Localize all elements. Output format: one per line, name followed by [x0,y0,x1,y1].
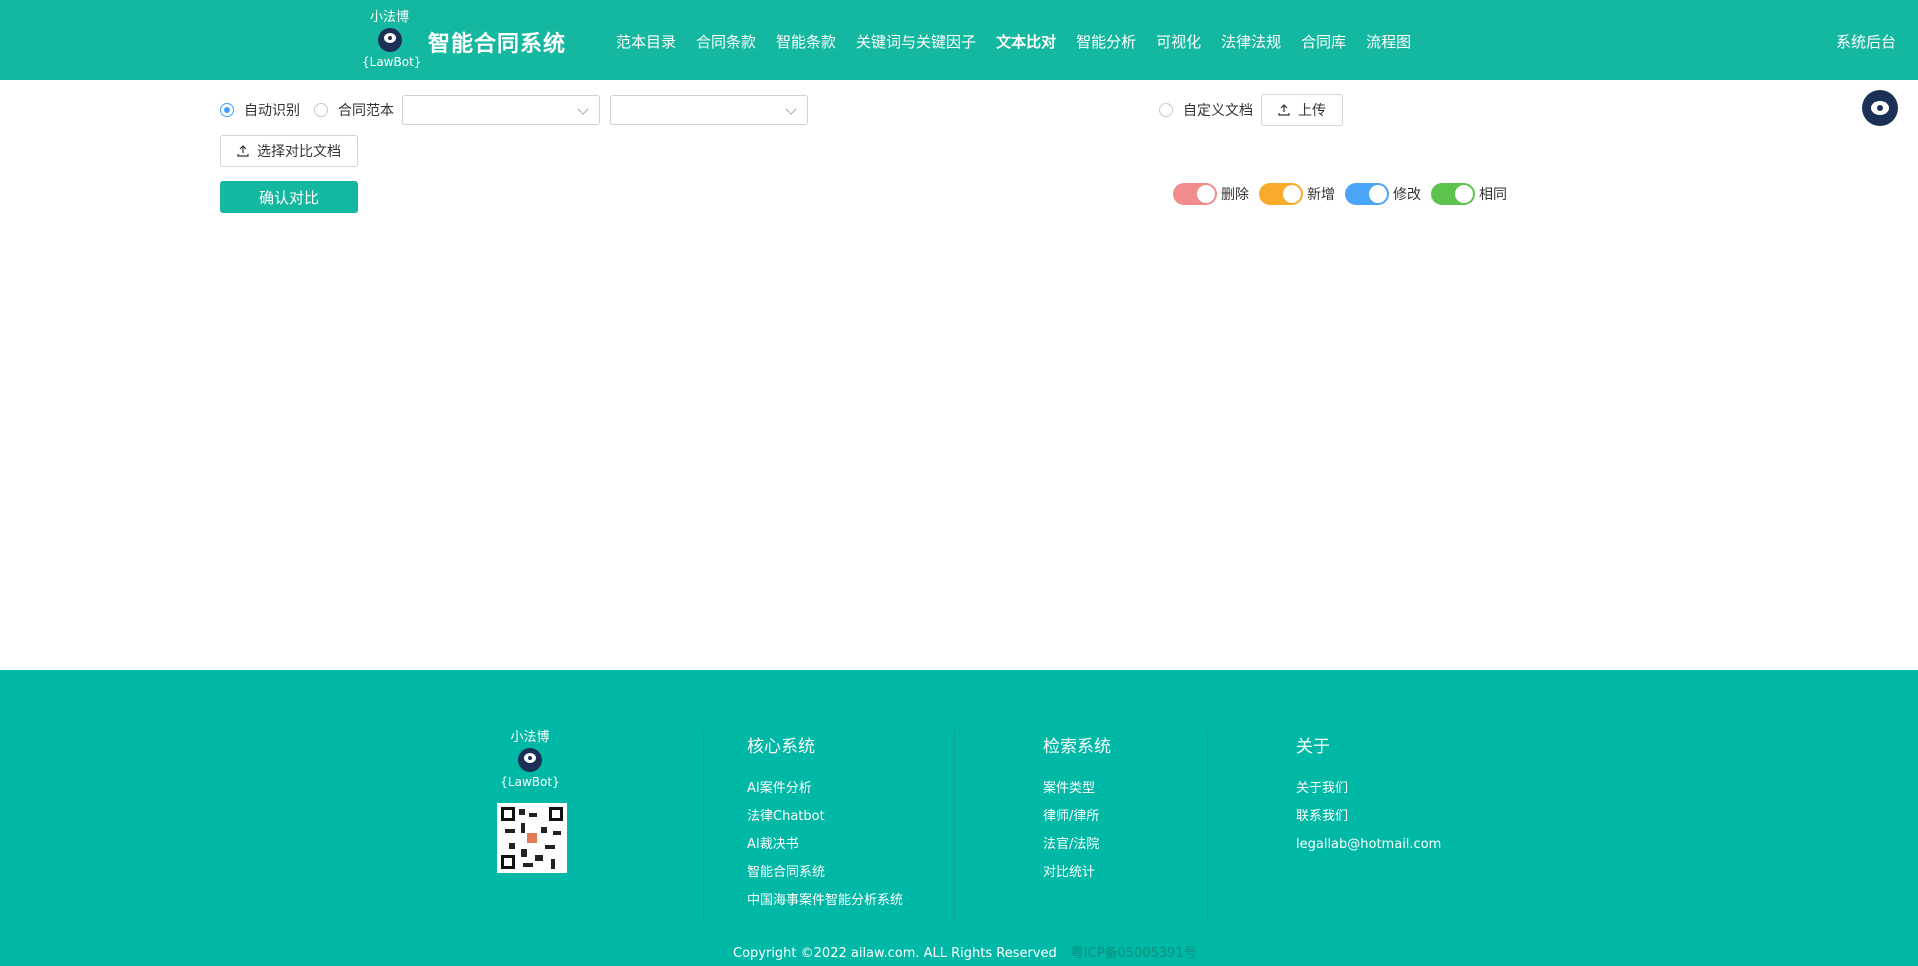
select-doc-label: 选择对比文档 [257,144,341,160]
footer-col-about: 关于 关于我们 联系我们 legallab@hotmail.com [1296,732,1441,859]
footer-divider [1207,730,1208,920]
radio-auto-label: 自动识别 [244,103,300,119]
legend-modify: 修改 [1345,183,1421,205]
toggle-delete[interactable] [1173,183,1217,205]
logo-text-bottom: {LawBot} [362,55,422,69]
footer-link-smart-contract[interactable]: 智能合同系统 [747,859,903,887]
footer-col-heading: 核心系统 [747,737,815,757]
top-header: 小法博 {LawBot} 智能合同系统 范本目录 合同条款 智能条款 关键词与关… [0,0,1918,80]
footer-col-heading: 关于 [1296,737,1330,757]
legend-delete: 删除 [1173,183,1249,205]
chevron-down-icon [577,103,589,115]
nav-item-smart-analysis[interactable]: 智能分析 [1076,31,1136,52]
nav-item-visualization[interactable]: 可视化 [1156,31,1201,52]
custom-doc-row: 自定义文档 上传 [1159,94,1343,126]
legend-add-label: 新增 [1307,187,1335,203]
icp-link[interactable]: 粤ICP备05005391号 [1071,946,1197,961]
footer-link-lawyers[interactable]: 律师/律所 [1043,803,1111,831]
upload-label: 上传 [1298,103,1326,119]
template-category-select[interactable] [402,95,600,125]
footer-logo: 小法博 {LawBot} [500,730,560,789]
admin-link[interactable]: 系统后台 [1836,31,1896,52]
nav-item-template-catalog[interactable]: 范本目录 [616,31,676,52]
radio-custom-label: 自定义文档 [1183,103,1253,119]
legend-modify-label: 修改 [1393,187,1421,203]
radio-template-label: 合同范本 [338,103,394,119]
copyright-text: Copyright ©2022 ailaw.com. ALL Rights Re… [733,946,1057,961]
footer-link-compare-stats[interactable]: 对比统计 [1043,859,1111,887]
footer-col-core-systems: 核心系统 AI案件分析 法律Chatbot AI裁决书 智能合同系统 中国海事案… [747,732,903,915]
toggle-add[interactable] [1259,183,1303,205]
footer-link-email[interactable]: legallab@hotmail.com [1296,831,1441,859]
qr-code [497,803,567,873]
upload-icon [237,145,249,157]
radio-circle [1159,103,1173,117]
confirm-compare-button[interactable]: 确认对比 [220,181,358,213]
upload-button[interactable]: 上传 [1261,94,1343,126]
radio-auto-detect[interactable]: 自动识别 [220,100,300,120]
logo-text-top: 小法博 [369,10,409,25]
robot-icon [515,747,545,773]
compare-source-row: 自动识别 合同范本 [220,95,818,125]
radio-contract-template[interactable]: 合同范本 [314,100,394,120]
footer-link-case-types[interactable]: 案件类型 [1043,775,1111,803]
copyright: Copyright ©2022 ailaw.com. ALL Rights Re… [733,942,1197,961]
legend-same-label: 相同 [1479,187,1507,203]
template-name-select[interactable] [610,95,808,125]
legend-add: 新增 [1259,183,1335,205]
footer-link-legal-chatbot[interactable]: 法律Chatbot [747,803,903,831]
footer-col-search-systems: 检索系统 案件类型 律师/律所 法官/法院 对比统计 [1043,732,1111,887]
footer-link-about-us[interactable]: 关于我们 [1296,775,1441,803]
radio-custom-document[interactable]: 自定义文档 [1159,100,1253,120]
footer-link-ai-case-analysis[interactable]: AI案件分析 [747,775,903,803]
footer-divider [703,730,704,920]
legend-delete-label: 删除 [1221,187,1249,203]
legend-same: 相同 [1431,183,1507,205]
footer-divider [954,730,955,920]
header-logo[interactable]: 小法博 {LawBot} [362,10,422,69]
footer-logo-text-bottom: {LawBot} [500,775,560,789]
footer-col-heading: 检索系统 [1043,737,1111,757]
chevron-down-icon [785,103,797,115]
app-title: 智能合同系统 [428,32,567,57]
footer-link-ai-ruling[interactable]: AI裁决书 [747,831,903,859]
robot-icon [375,27,405,53]
footer: 小法博 {LawBot} 核心系统 AI案件分析 法律Chatbot AI裁决书… [0,670,1918,966]
assistant-robot-icon[interactable] [1862,90,1898,126]
nav-item-keywords[interactable]: 关键词与关键因子 [856,31,976,52]
footer-link-judges[interactable]: 法官/法院 [1043,831,1111,859]
nav-item-contract-clauses[interactable]: 合同条款 [696,31,756,52]
nav-item-flowchart[interactable]: 流程图 [1366,31,1411,52]
footer-link-maritime-analysis[interactable]: 中国海事案件智能分析系统 [747,887,903,915]
toggle-modify[interactable] [1345,183,1389,205]
nav-item-contract-library[interactable]: 合同库 [1301,31,1346,52]
toggle-same[interactable] [1431,183,1475,205]
radio-circle [220,103,234,117]
main-nav: 范本目录 合同条款 智能条款 关键词与关键因子 文本比对 智能分析 可视化 法律… [616,31,1431,52]
nav-item-smart-clauses[interactable]: 智能条款 [776,31,836,52]
footer-logo-text-top: 小法博 [510,730,550,745]
select-compare-doc-button[interactable]: 选择对比文档 [220,135,358,167]
diff-legend: 删除 新增 修改 相同 [1173,183,1517,205]
footer-link-contact-us[interactable]: 联系我们 [1296,803,1441,831]
radio-circle [314,103,328,117]
upload-icon [1278,104,1290,116]
nav-item-text-compare[interactable]: 文本比对 [996,31,1056,52]
nav-item-laws[interactable]: 法律法规 [1221,31,1281,52]
